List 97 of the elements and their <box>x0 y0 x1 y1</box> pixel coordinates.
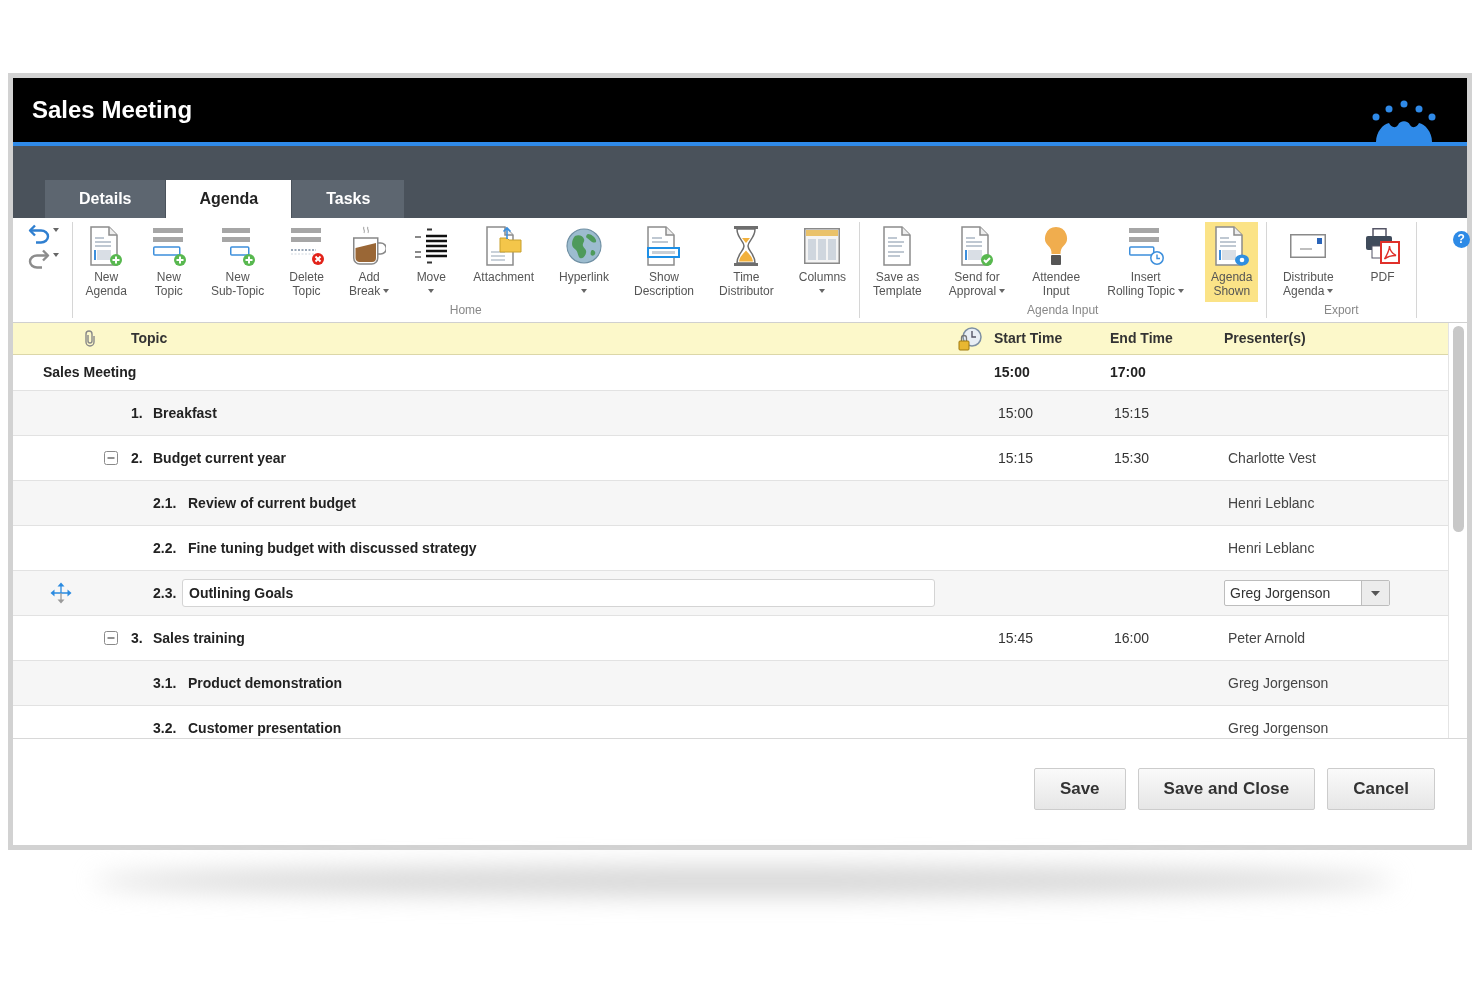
toolbar-button[interactable]: Move <box>408 222 455 302</box>
toolbar-button[interactable]: Time Distributor <box>713 222 780 302</box>
table-row[interactable]: 3.1. Product demonstration Greg Jorgenson <box>13 661 1448 706</box>
lightbulb-icon <box>1044 226 1069 266</box>
toolbar-button[interactable]: Hyperlink <box>553 222 615 302</box>
presenter-name: Greg Jorgenson <box>1228 718 1329 738</box>
toolbar-button[interactable]: Save as Template <box>867 222 928 302</box>
table-row[interactable]: 1. Breakfast 15:00 15:15 <box>13 391 1448 436</box>
presenter-name: Peter Arnold <box>1228 628 1306 648</box>
group-label: Agenda Input <box>1027 303 1099 317</box>
topic-text: Sales Meeting <box>43 363 137 382</box>
tab[interactable]: Tasks <box>292 180 405 218</box>
group-label: Export <box>1323 303 1359 317</box>
column-header: Presenter(s) <box>1224 330 1306 346</box>
list-delete-icon <box>289 226 324 266</box>
presenter-name: Greg Jorgenson <box>1228 673 1329 693</box>
toolbar-button[interactable]: Columns <box>792 222 853 302</box>
list-plus-icon <box>220 226 255 266</box>
topic-text: Product demonstration <box>188 673 342 693</box>
column-header: Start Time <box>994 330 1063 346</box>
window-title: Sales Meeting <box>32 95 193 125</box>
document-box-icon <box>647 226 682 266</box>
list-clock-icon <box>1127 226 1164 266</box>
clock-lock-icon <box>958 326 982 351</box>
row-number: 2.3. <box>153 583 177 603</box>
topic-input[interactable]: Outlining Goals <box>182 579 935 607</box>
tab[interactable]: Details <box>45 180 166 218</box>
globe-icon <box>566 228 602 264</box>
toolbar-button[interactable]: Attendee Input <box>1026 222 1087 302</box>
column-header: Topic <box>131 330 168 346</box>
end-time: 16:00 <box>1114 628 1150 648</box>
start-time: 15:45 <box>998 628 1034 648</box>
end-time: 15:15 <box>1114 403 1150 423</box>
action-button[interactable]: Save and Close <box>1137 768 1316 810</box>
row-number: 1. <box>131 403 143 423</box>
toolbar-button[interactable]: Show Description <box>628 222 701 302</box>
document-check-icon <box>961 226 993 266</box>
row-number: 3. <box>131 628 143 648</box>
toolbar-button[interactable]: Send for Approval <box>942 222 1012 302</box>
printer-pdf-icon <box>1365 228 1400 264</box>
tab[interactable]: Agenda <box>166 180 292 218</box>
start-time: 15:15 <box>998 448 1034 468</box>
row-number: 3.2. <box>153 718 177 738</box>
start-time: 15:00 <box>998 403 1034 423</box>
scrollbar-thumb[interactable] <box>1452 326 1464 532</box>
undo-button[interactable] <box>28 224 59 244</box>
presenter-dropdown[interactable]: Greg Jorgenson <box>1224 580 1390 606</box>
minus-box-icon[interactable] <box>104 451 118 465</box>
lines-icon <box>414 228 449 264</box>
toolbar-button[interactable]: Attachment <box>467 222 540 302</box>
column-header: End Time <box>1110 330 1173 346</box>
toolbar-button[interactable]: PDF <box>1359 222 1406 302</box>
toolbar-button[interactable]: New Agenda <box>79 222 133 302</box>
row-number: 2. <box>131 448 143 468</box>
start-time: 15:00 <box>994 363 1030 382</box>
columns-icon <box>804 228 841 264</box>
action-button[interactable]: Cancel <box>1327 768 1435 810</box>
toolbar-button[interactable]: New Sub-Topic <box>204 222 271 302</box>
undo-icon <box>28 224 50 244</box>
toolbar-button[interactable]: New Topic <box>145 222 192 302</box>
document-folder-icon <box>485 226 522 266</box>
document-eye-icon <box>1214 226 1249 266</box>
presenter-name: Charlotte Vest <box>1228 448 1316 468</box>
table-row[interactable]: 2.1. Review of current budget Henri Leblanc <box>13 481 1448 526</box>
caret-down-icon <box>1371 590 1380 596</box>
move-handle-icon[interactable] <box>50 582 72 604</box>
minus-box-icon[interactable] <box>104 631 118 645</box>
group-label: Home <box>449 303 482 317</box>
hourglass-icon <box>733 226 760 266</box>
document-plus-icon <box>90 226 123 266</box>
end-time: 15:30 <box>1114 448 1150 468</box>
row-number: 2.1. <box>153 493 177 513</box>
paperclip-icon <box>85 330 95 347</box>
presenter-name: Henri Leblanc <box>1228 493 1315 513</box>
envelope-icon <box>1290 234 1327 258</box>
toolbar-button[interactable]: Add Break <box>342 222 396 302</box>
end-time: 17:00 <box>1110 363 1146 382</box>
document-icon <box>883 226 912 266</box>
toolbar-button[interactable]: Distribute Agenda <box>1276 222 1340 302</box>
redo-icon <box>28 249 50 269</box>
toolbar-button[interactable]: Agenda Shown <box>1205 222 1259 302</box>
mug-icon <box>352 226 387 266</box>
topic-text: Budget current year <box>153 448 287 468</box>
help-button[interactable]: ? <box>1452 231 1470 248</box>
action-button[interactable]: Save <box>1033 768 1126 810</box>
topic-text: Sales training <box>153 628 245 648</box>
table-row[interactable]: 2.3. Outlining Goals Greg Jorgenson <box>13 571 1448 616</box>
topic-text: Breakfast <box>153 403 217 423</box>
topic-text: Fine tuning budget with discussed strategy <box>188 538 477 558</box>
toolbar-button[interactable]: Insert Rolling Topic <box>1101 222 1191 302</box>
toolbar-button[interactable]: Delete Topic <box>283 222 330 302</box>
list-plus-icon <box>151 226 186 266</box>
row-number: 3.1. <box>153 673 177 693</box>
topic-text: Review of current budget <box>188 493 357 513</box>
topic-text: Customer presentation <box>188 718 342 738</box>
presenter-name: Henri Leblanc <box>1228 538 1315 558</box>
row-number: 2.2. <box>153 538 177 558</box>
